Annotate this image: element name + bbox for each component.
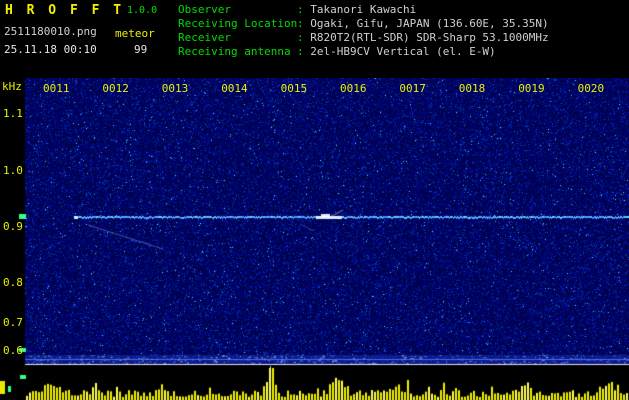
header: H R O F F T 1.0.0 2511180010.png meteor … <box>0 0 629 78</box>
hrofft-window: H R O F F T 1.0.0 2511180010.png meteor … <box>0 0 629 400</box>
info-colon: : <box>297 45 311 58</box>
info-label: Receiving antenna <box>178 45 291 58</box>
info-value: Ogaki, Gifu, JAPAN (136.60E, 35.35N) <box>310 17 549 30</box>
filename-label: 2511180010.png <box>4 25 97 38</box>
info-panel: Observer: Takanori Kawachi Receiving Loca… <box>178 3 549 59</box>
info-row: Observer: Takanori Kawachi <box>178 3 549 17</box>
count-label: 99 <box>134 43 148 56</box>
info-row: Receiver: R820T2(RTL-SDR) SDR-Sharp 53.1… <box>178 31 549 45</box>
info-value: 2el-HB9CV Vertical (el. E-W) <box>310 45 496 58</box>
spectrogram-canvas <box>0 78 629 400</box>
app-title: H R O F F T <box>5 3 125 18</box>
info-row: Receiving antenna: 2el-HB9CV Vertical (e… <box>178 45 549 59</box>
app-version: 1.0.0 <box>127 5 158 16</box>
datetime-label: 25.11.18 00:10 <box>4 43 97 56</box>
info-colon: : <box>297 31 311 44</box>
info-label: Receiver <box>178 31 231 44</box>
info-label: Observer <box>178 3 231 16</box>
info-row: Receiving Location: Ogaki, Gifu, JAPAN (… <box>178 17 549 31</box>
info-colon: : <box>297 17 311 30</box>
freq-unit-label: kHz <box>2 80 22 93</box>
info-colon: : <box>297 3 311 16</box>
info-value: Takanori Kawachi <box>310 3 417 16</box>
info-label: Receiving Location <box>178 17 298 30</box>
mode-label: meteor <box>115 27 155 40</box>
info-value: R820T2(RTL-SDR) SDR-Sharp 53.1000MHz <box>310 31 549 44</box>
